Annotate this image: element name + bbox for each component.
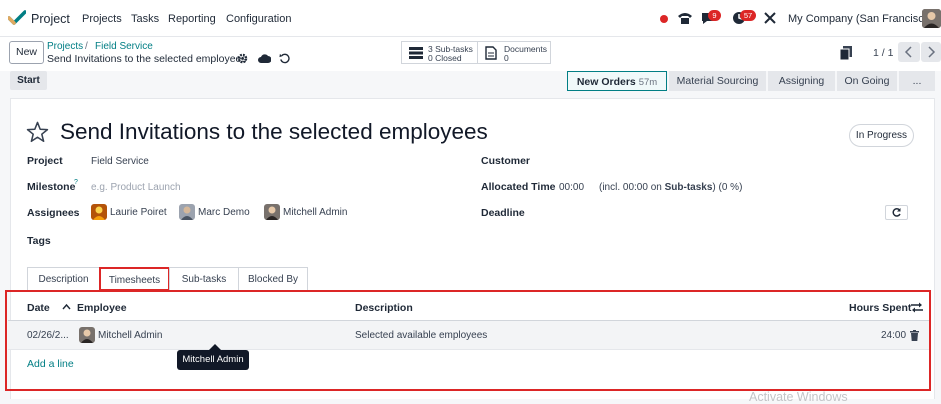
pager-previous-button[interactable]: [898, 42, 920, 62]
refresh-icon: [892, 208, 901, 217]
documents-smart-button[interactable]: Documents 0: [477, 41, 551, 64]
pager-value[interactable]: 1 / 1: [873, 47, 893, 59]
employee-tooltip: Mitchell Admin: [177, 350, 249, 370]
menu-tasks[interactable]: Tasks: [131, 13, 159, 25]
milestone-help-icon[interactable]: ?: [74, 179, 78, 186]
column-header-date[interactable]: Date: [27, 302, 50, 314]
column-header-hours-spent[interactable]: Hours Spent: [849, 302, 911, 314]
task-title[interactable]: Send Invitations to the selected employe…: [60, 119, 488, 145]
activities-badge: 57: [740, 10, 756, 21]
stage-duration: 57m: [638, 77, 658, 88]
stage-new-orders[interactable]: New Orders 57m: [567, 71, 667, 91]
column-header-employee[interactable]: Employee: [77, 302, 127, 314]
cloud-save-icon[interactable]: [258, 53, 272, 67]
chevron-left-icon: [904, 46, 912, 58]
avatar: [79, 327, 95, 343]
allocated-time-note: (incl. 00:00 on Sub-tasks) (0 %): [599, 182, 742, 193]
project-field[interactable]: Field Service: [91, 156, 149, 167]
discard-changes-icon[interactable]: [279, 53, 290, 67]
messages-badge: 9: [708, 10, 721, 21]
project-label: Project: [27, 155, 63, 167]
avatar: [91, 204, 107, 220]
allocated-time-field[interactable]: 00:00: [559, 182, 584, 193]
deadline-label: Deadline: [481, 207, 525, 219]
add-a-line-link[interactable]: Add a line: [27, 358, 74, 370]
stage-on-going[interactable]: On Going: [837, 71, 897, 91]
breadcrumb-field-service[interactable]: Field Service: [95, 41, 153, 52]
allocated-note-prefix: (incl. 00:00 on: [599, 182, 662, 193]
chevron-right-icon: [928, 46, 936, 58]
project-app-logo-icon[interactable]: [7, 10, 27, 29]
tab-description[interactable]: Description: [27, 267, 100, 291]
tab-blocked-by[interactable]: Blocked By: [238, 267, 308, 291]
top-navbar: Project Projects Tasks Reporting Configu…: [0, 0, 941, 37]
pager-next-button[interactable]: [921, 42, 941, 62]
avatar: [264, 204, 280, 220]
timesheet-date-cell[interactable]: 02/26/2...: [27, 330, 69, 341]
user-avatar[interactable]: [922, 9, 941, 28]
sort-ascending-icon[interactable]: [62, 302, 71, 314]
assignees-label: Assignees: [27, 207, 80, 219]
subtasks-list-icon: [409, 47, 423, 62]
stage-assigning[interactable]: Assigning: [768, 71, 835, 91]
table-row-divider: [8, 349, 929, 350]
allocated-time-label: Allocated Time: [481, 181, 556, 193]
column-header-description[interactable]: Description: [355, 302, 413, 314]
status-bar: Start New Orders 57m Material Sourcing A…: [10, 71, 935, 91]
tags-label: Tags: [27, 235, 51, 247]
new-button[interactable]: New: [9, 41, 44, 64]
subtasks-smart-button[interactable]: 3 Sub-tasks 0 Closed: [401, 41, 478, 64]
document-icon: [485, 46, 497, 63]
tab-timesheets[interactable]: Timesheets: [99, 267, 170, 291]
menu-projects[interactable]: Projects: [82, 13, 122, 25]
control-panel: New Projects / Field Service Send Invita…: [0, 37, 941, 71]
tab-sub-tasks[interactable]: Sub-tasks: [169, 267, 239, 291]
windows-activation-watermark: Activate Windows: [749, 390, 848, 404]
stage-material-sourcing[interactable]: Material Sourcing: [669, 71, 766, 91]
status-dot-icon: [660, 15, 668, 23]
company-switcher[interactable]: My Company (San Francisco): [788, 13, 934, 25]
breadcrumb-current-record: Send Invitations to the selected employe…: [47, 53, 247, 65]
timesheet-employee-cell[interactable]: Mitchell Admin: [98, 330, 162, 341]
breadcrumb-separator: /: [85, 41, 88, 52]
documents-count: 0: [504, 53, 509, 63]
menu-configuration[interactable]: Configuration: [226, 13, 291, 25]
avatar: [179, 204, 195, 220]
debug-tools-icon[interactable]: [763, 11, 777, 28]
recompute-deadline-button[interactable]: [885, 205, 908, 220]
allocated-note-subtasks: Sub-tasks: [664, 182, 713, 193]
attachment-stack-icon[interactable]: [839, 46, 852, 63]
breadcrumb-projects[interactable]: Projects: [47, 41, 83, 52]
state-badge[interactable]: In Progress: [849, 124, 914, 147]
milestone-input[interactable]: e.g. Product Launch: [91, 182, 181, 193]
allocated-note-suffix: ) (0 %): [712, 182, 743, 193]
timesheet-hours-cell[interactable]: 24:00: [881, 330, 906, 341]
trash-icon[interactable]: [910, 330, 919, 344]
menu-reporting[interactable]: Reporting: [168, 13, 216, 25]
milestone-label: Milestone: [27, 181, 76, 193]
timesheet-description-cell[interactable]: Selected available employees: [355, 330, 487, 341]
assignee-name: Laurie Poiret: [110, 207, 167, 218]
customer-label: Customer: [481, 155, 531, 167]
app-name[interactable]: Project: [31, 12, 70, 26]
stage-more[interactable]: ...: [899, 71, 935, 91]
gear-icon[interactable]: [237, 53, 248, 67]
assignee-name: Marc Demo: [198, 207, 250, 218]
assignee-name: Mitchell Admin: [283, 207, 348, 218]
stage-label: New Orders: [576, 76, 636, 88]
phone-icon[interactable]: [677, 11, 693, 28]
documents-label: Documents: [504, 44, 547, 54]
subtasks-closed: 0 Closed: [428, 53, 462, 63]
star-priority-icon[interactable]: [26, 121, 49, 146]
start-button[interactable]: Start: [10, 71, 47, 90]
optional-columns-toggle-icon[interactable]: [911, 302, 923, 316]
